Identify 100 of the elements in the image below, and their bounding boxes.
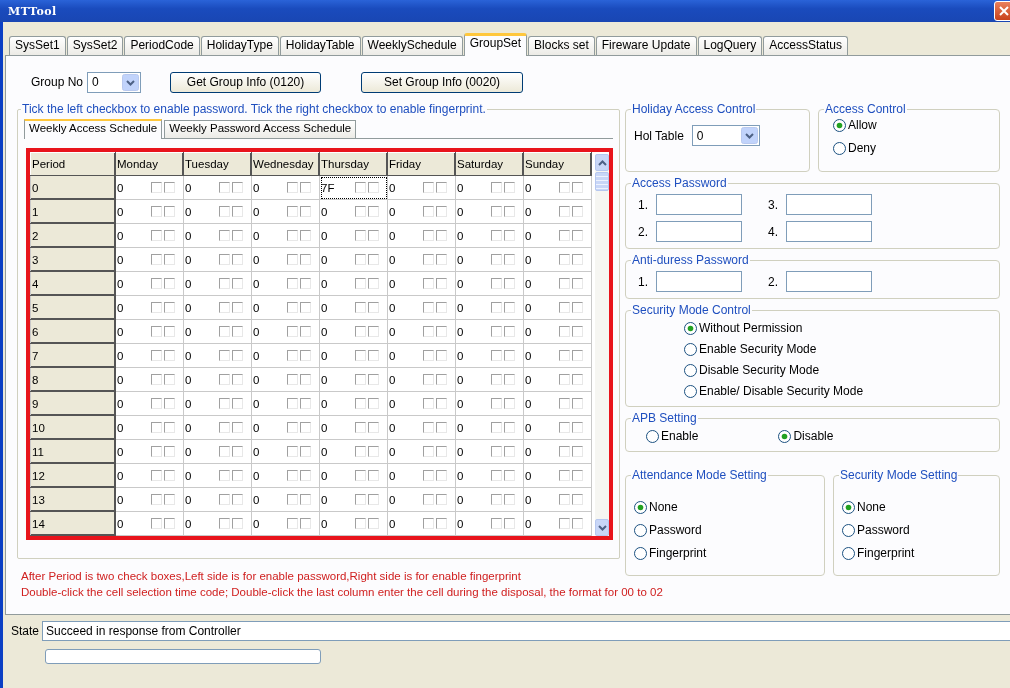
checkbox[interactable]	[491, 254, 502, 265]
checkbox[interactable]	[491, 230, 502, 241]
checkbox[interactable]	[559, 446, 570, 457]
checkbox[interactable]	[436, 206, 447, 217]
table-cell[interactable]: 0	[387, 199, 456, 224]
checkbox[interactable]	[572, 254, 583, 265]
table-cell[interactable]: 0	[183, 175, 252, 200]
radio-button[interactable]: Enable Security Mode	[684, 340, 991, 358]
checkbox[interactable]	[559, 302, 570, 313]
scroll-down-button[interactable]	[595, 519, 609, 536]
checkbox[interactable]	[368, 278, 379, 289]
checkbox[interactable]	[491, 470, 502, 481]
checkbox[interactable]	[504, 278, 515, 289]
checkbox[interactable]	[355, 278, 366, 289]
table-cell[interactable]: 0	[115, 487, 184, 512]
table-cell[interactable]: 0	[251, 223, 320, 248]
table-cell[interactable]: 0	[523, 343, 592, 368]
table-cell[interactable]: 0	[183, 319, 252, 344]
table-cell[interactable]: 0	[319, 247, 388, 272]
radio-button[interactable]: Enable/ Disable Security Mode	[684, 382, 991, 400]
table-cell[interactable]: 0	[455, 343, 524, 368]
checkbox[interactable]	[287, 182, 298, 193]
checkbox[interactable]	[232, 518, 243, 529]
checkbox[interactable]	[232, 494, 243, 505]
table-cell[interactable]: 0	[387, 295, 456, 320]
table-cell[interactable]: 0	[319, 199, 388, 224]
table-cell[interactable]: 0	[319, 439, 388, 464]
action-button[interactable]: Get Group Info (0120)	[170, 71, 322, 93]
checkbox[interactable]	[219, 374, 230, 385]
checkbox[interactable]	[151, 278, 162, 289]
checkbox[interactable]	[423, 182, 434, 193]
table-cell[interactable]: 0	[319, 343, 388, 368]
checkbox[interactable]	[219, 206, 230, 217]
checkbox[interactable]	[572, 302, 583, 313]
checkbox[interactable]	[164, 422, 175, 433]
checkbox[interactable]	[355, 350, 366, 361]
checkbox[interactable]	[219, 398, 230, 409]
checkbox[interactable]	[436, 302, 447, 313]
checkbox[interactable]	[300, 302, 311, 313]
checkbox[interactable]	[287, 374, 298, 385]
checkbox[interactable]	[436, 494, 447, 505]
table-cell[interactable]: 0	[523, 223, 592, 248]
checkbox[interactable]	[287, 278, 298, 289]
checkbox[interactable]	[491, 302, 502, 313]
checkbox[interactable]	[559, 182, 570, 193]
table-cell[interactable]: 0	[115, 247, 184, 272]
checkbox[interactable]	[232, 254, 243, 265]
table-cell[interactable]: 0	[115, 175, 184, 200]
checkbox[interactable]	[287, 302, 298, 313]
group-no-dropdown[interactable]: 0	[87, 71, 142, 93]
checkbox[interactable]	[491, 278, 502, 289]
password-field[interactable]	[786, 271, 872, 292]
table-cell[interactable]: 0	[251, 415, 320, 440]
checkbox[interactable]	[559, 518, 570, 529]
checkbox[interactable]	[287, 470, 298, 481]
table-cell[interactable]: 0	[523, 175, 592, 200]
checkbox[interactable]	[423, 230, 434, 241]
checkbox[interactable]	[559, 374, 570, 385]
checkbox[interactable]	[491, 182, 502, 193]
table-cell[interactable]: 0	[115, 511, 184, 536]
checkbox[interactable]	[355, 446, 366, 457]
checkbox[interactable]	[232, 374, 243, 385]
password-field[interactable]	[656, 194, 742, 215]
checkbox[interactable]	[559, 398, 570, 409]
checkbox[interactable]	[151, 422, 162, 433]
checkbox[interactable]	[504, 470, 515, 481]
checkbox[interactable]	[219, 350, 230, 361]
table-cell[interactable]: 0	[183, 487, 252, 512]
table-cell[interactable]: 0	[251, 271, 320, 296]
checkbox[interactable]	[300, 422, 311, 433]
checkbox[interactable]	[300, 398, 311, 409]
table-cell[interactable]: 0	[387, 319, 456, 344]
checkbox[interactable]	[164, 446, 175, 457]
table-cell[interactable]: 0	[319, 391, 388, 416]
checkbox[interactable]	[300, 494, 311, 505]
checkbox[interactable]	[151, 206, 162, 217]
table-cell[interactable]: 0	[251, 343, 320, 368]
checkbox[interactable]	[355, 254, 366, 265]
checkbox[interactable]	[491, 446, 502, 457]
table-cell[interactable]: 0	[319, 415, 388, 440]
checkbox[interactable]	[504, 206, 515, 217]
checkbox[interactable]	[572, 398, 583, 409]
checkbox[interactable]	[287, 398, 298, 409]
table-cell[interactable]: 0	[455, 319, 524, 344]
checkbox[interactable]	[368, 206, 379, 217]
checkbox[interactable]	[164, 182, 175, 193]
checkbox[interactable]	[164, 470, 175, 481]
table-cell[interactable]: 0	[455, 223, 524, 248]
checkbox[interactable]	[572, 422, 583, 433]
table-cell[interactable]: 0	[523, 319, 592, 344]
table-cell[interactable]: 0	[183, 343, 252, 368]
tab[interactable]: LogQuery	[697, 36, 763, 55]
checkbox[interactable]	[504, 494, 515, 505]
tab[interactable]: HolidayTable	[279, 36, 361, 55]
checkbox[interactable]	[355, 470, 366, 481]
table-cell[interactable]: 0	[523, 295, 592, 320]
tab[interactable]: SysSet1	[9, 36, 66, 55]
radio-button[interactable]: Allow	[833, 116, 991, 134]
table-cell[interactable]: 0	[251, 295, 320, 320]
radio-button[interactable]: Enable	[646, 427, 699, 445]
